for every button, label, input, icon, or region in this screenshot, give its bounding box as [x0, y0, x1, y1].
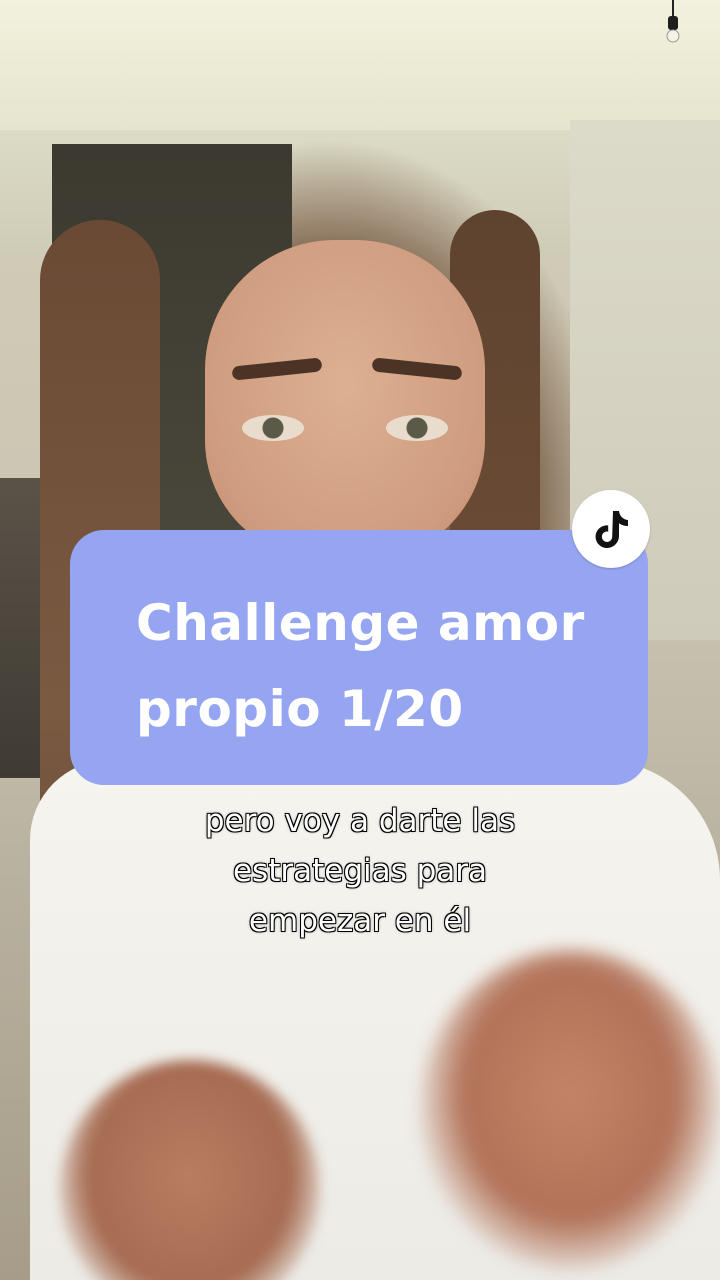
title-card: Challenge amor propio 1/20	[70, 530, 648, 785]
tiktok-logo-icon	[595, 511, 628, 549]
background-ceiling	[0, 0, 720, 130]
person-hand-blurred	[420, 950, 720, 1270]
person-eye-left	[242, 415, 304, 441]
person-eye-right	[386, 415, 448, 441]
tiktok-badge	[572, 490, 650, 568]
video-screen[interactable]: Challenge amor propio 1/20 pero voy a da…	[0, 0, 720, 1280]
title-line-2: propio 1/20	[136, 680, 464, 738]
caption-line-3: empezar en él	[248, 903, 472, 939]
caption-line-1: pero voy a darte las	[204, 803, 516, 839]
caption-line-2: estrategias para	[232, 853, 488, 889]
video-caption: pero voy a darte las estrategias para em…	[0, 796, 720, 946]
ceiling-lamp-icon	[666, 0, 680, 43]
title-line-1: Challenge amor	[136, 594, 585, 652]
person-face	[205, 240, 485, 560]
background-shelf	[0, 478, 42, 778]
